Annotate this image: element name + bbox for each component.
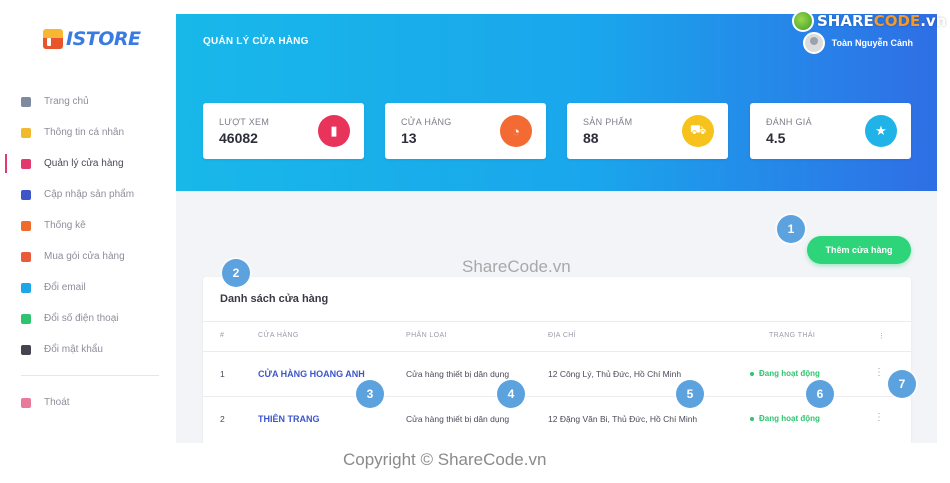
status-text: Đang hoạt động xyxy=(759,414,820,423)
column-header-index: # xyxy=(220,332,225,339)
row-menu-button[interactable]: ⋮ xyxy=(874,366,884,380)
watermark-copyright: Copyright © ShareCode.vn xyxy=(343,450,547,469)
sidebar-item-3[interactable]: Cập nhập sản phẩm xyxy=(0,179,176,210)
sidebar-item-label: Quản lý cửa hàng xyxy=(44,158,124,169)
user-icon xyxy=(21,127,31,138)
sidebar-item-1[interactable]: Thông tin cá nhân xyxy=(0,117,176,148)
sidebar-item-2[interactable]: Quản lý cửa hàng xyxy=(0,148,176,179)
logout-icon xyxy=(21,397,31,408)
phone-icon xyxy=(21,313,31,324)
annotation-badge-6: 6 xyxy=(806,380,834,408)
brand-logo-text: ISTORE xyxy=(66,28,141,50)
sidebar-item-8[interactable]: Đổi mật khẩu xyxy=(0,334,176,365)
pie-chart-icon: ◔ xyxy=(500,115,532,147)
status-badge: Đang hoạt động xyxy=(750,369,820,378)
sidebar-item-label: Thoát xyxy=(44,397,70,408)
list-icon xyxy=(21,158,31,169)
sidebar-item-label: Thông tin cá nhân xyxy=(44,127,125,138)
stat-value: 13 xyxy=(401,130,417,146)
user-name: Toàn Nguyễn Cảnh xyxy=(831,38,913,48)
sharecode-logo-text: SHARECODE.vn xyxy=(817,12,947,30)
table-header: # CỬA HÀNG PHÂN LOẠI ĐỊA CHỈ TRẠNG THÁI … xyxy=(203,322,911,351)
stat-label: SẢN PHẨM xyxy=(583,117,633,127)
stat-card-products: SẢN PHẨM 88 ⛟ xyxy=(567,103,728,159)
annotation-badge-2: 2 xyxy=(222,259,250,287)
sharecode-watermark-logo: SHARECODE.vn xyxy=(792,10,946,32)
store-name-link[interactable]: CỬA HÀNG HOANG ANH xyxy=(258,369,365,379)
column-header-category: PHÂN LOẠI xyxy=(406,332,447,339)
stat-value: 4.5 xyxy=(766,130,786,146)
watermark-center: ShareCode.vn xyxy=(462,257,571,276)
stat-card-stores: CỬA HÀNG 13 ◔ xyxy=(385,103,546,159)
table-row: 1 CỬA HÀNG HOANG ANH Cửa hàng thiết bị d… xyxy=(203,351,911,396)
sidebar-logout-wrapper: Thoát xyxy=(0,387,176,418)
home-icon xyxy=(21,96,31,107)
sidebar-nav: Trang chủ Thông tin cá nhân Quản lý cửa hà… xyxy=(0,86,176,365)
store-category: Cửa hàng thiết bị dân dụng xyxy=(406,414,510,424)
cart-icon: ⛟ xyxy=(682,115,714,147)
sidebar-item-6[interactable]: Đổi email xyxy=(0,272,176,303)
main-content: QUẢN LÝ CỬA HÀNG Toàn Nguyễn Cảnh LƯỢT X… xyxy=(176,14,937,443)
column-header-address: ĐỊA CHỈ xyxy=(548,332,577,339)
key-icon xyxy=(21,344,31,355)
sidebar-item-label: Đổi mật khẩu xyxy=(44,344,103,355)
sidebar: ISTORE Trang chủ Thông tin cá nhân Quản lý… xyxy=(0,0,176,483)
sidebar-item-0[interactable]: Trang chủ xyxy=(0,86,176,117)
annotation-badge-7: 7 xyxy=(888,370,916,398)
store-name-link[interactable]: THIÊN TRANG xyxy=(258,414,320,424)
pie-chart-icon xyxy=(21,220,31,231)
stat-label: ĐÁNH GIÁ xyxy=(766,117,812,127)
sidebar-item-label: Mua gói cửa hàng xyxy=(44,251,125,262)
store-address: 12 Công Lý, Thủ Đức, Hồ Chí Minh xyxy=(548,369,682,379)
status-dot-icon xyxy=(750,371,754,376)
sidebar-divider xyxy=(21,375,159,376)
column-header-store: CỬA HÀNG xyxy=(258,332,299,339)
stat-card-views: LƯỢT XEM 46082 ▮ xyxy=(203,103,364,159)
store-category: Cửa hàng thiết bị dân dụng xyxy=(406,369,510,379)
sidebar-item-5[interactable]: Mua gói cửa hàng xyxy=(0,241,176,272)
bar-chart-icon: ▮ xyxy=(318,115,350,147)
store-list-card: Danh sách cửa hàng # CỬA HÀNG PHÂN LOẠI … xyxy=(203,277,911,443)
annotation-badge-5: 5 xyxy=(676,380,704,408)
annotation-badge-3: 3 xyxy=(356,380,384,408)
store-logo-icon xyxy=(43,29,63,49)
stat-card-rating: ĐÁNH GIÁ 4.5 ★ xyxy=(750,103,911,159)
sidebar-item-label: Cập nhập sản phẩm xyxy=(44,189,135,200)
page-title: QUẢN LÝ CỬA HÀNG xyxy=(203,36,309,47)
sharecode-logo-icon xyxy=(792,10,814,32)
user-menu[interactable]: Toàn Nguyễn Cảnh xyxy=(802,32,913,54)
stat-value: 88 xyxy=(583,130,599,146)
cart-icon xyxy=(21,251,31,262)
star-icon: ★ xyxy=(865,115,897,147)
annotation-badge-1: 1 xyxy=(777,215,805,243)
avatar xyxy=(802,32,825,54)
sidebar-item-logout[interactable]: Thoát xyxy=(0,387,176,418)
store-address: 12 Đặng Văn Bi, Thủ Đức, Hồ Chí Minh xyxy=(548,414,698,424)
sidebar-item-7[interactable]: Đổi số điện thoại xyxy=(0,303,176,334)
stat-label: CỬA HÀNG xyxy=(401,117,452,127)
brand-logo[interactable]: ISTORE xyxy=(43,28,141,50)
sidebar-item-label: Trang chủ xyxy=(44,96,89,107)
table-row: 2 THIÊN TRANG Cửa hàng thiết bị dân dụng… xyxy=(203,396,911,441)
sidebar-item-label: Đổi số điện thoại xyxy=(44,313,119,324)
row-index: 2 xyxy=(220,414,225,424)
status-badge: Đang hoạt động xyxy=(750,414,820,423)
row-menu-button[interactable]: ⋮ xyxy=(874,411,884,425)
row-index: 1 xyxy=(220,369,225,379)
stat-label: LƯỢT XEM xyxy=(219,117,270,127)
annotation-badge-4: 4 xyxy=(497,380,525,408)
column-header-status: TRẠNG THÁI xyxy=(769,332,816,339)
products-icon xyxy=(21,189,31,200)
sidebar-item-4[interactable]: Thống kê xyxy=(0,210,176,241)
sidebar-item-label: Đổi email xyxy=(44,282,86,293)
sidebar-item-label: Thống kê xyxy=(44,220,86,231)
status-dot-icon xyxy=(750,416,754,421)
add-store-button[interactable]: Thêm cửa hàng xyxy=(807,236,911,264)
store-list-title: Danh sách cửa hàng xyxy=(220,293,329,305)
column-header-menu: ⋮ xyxy=(878,333,886,340)
status-text: Đang hoạt động xyxy=(759,369,820,378)
app-root: ISTORE Trang chủ Thông tin cá nhân Quản lý… xyxy=(0,0,950,483)
mail-icon xyxy=(21,282,31,293)
stat-value: 46082 xyxy=(219,130,258,146)
